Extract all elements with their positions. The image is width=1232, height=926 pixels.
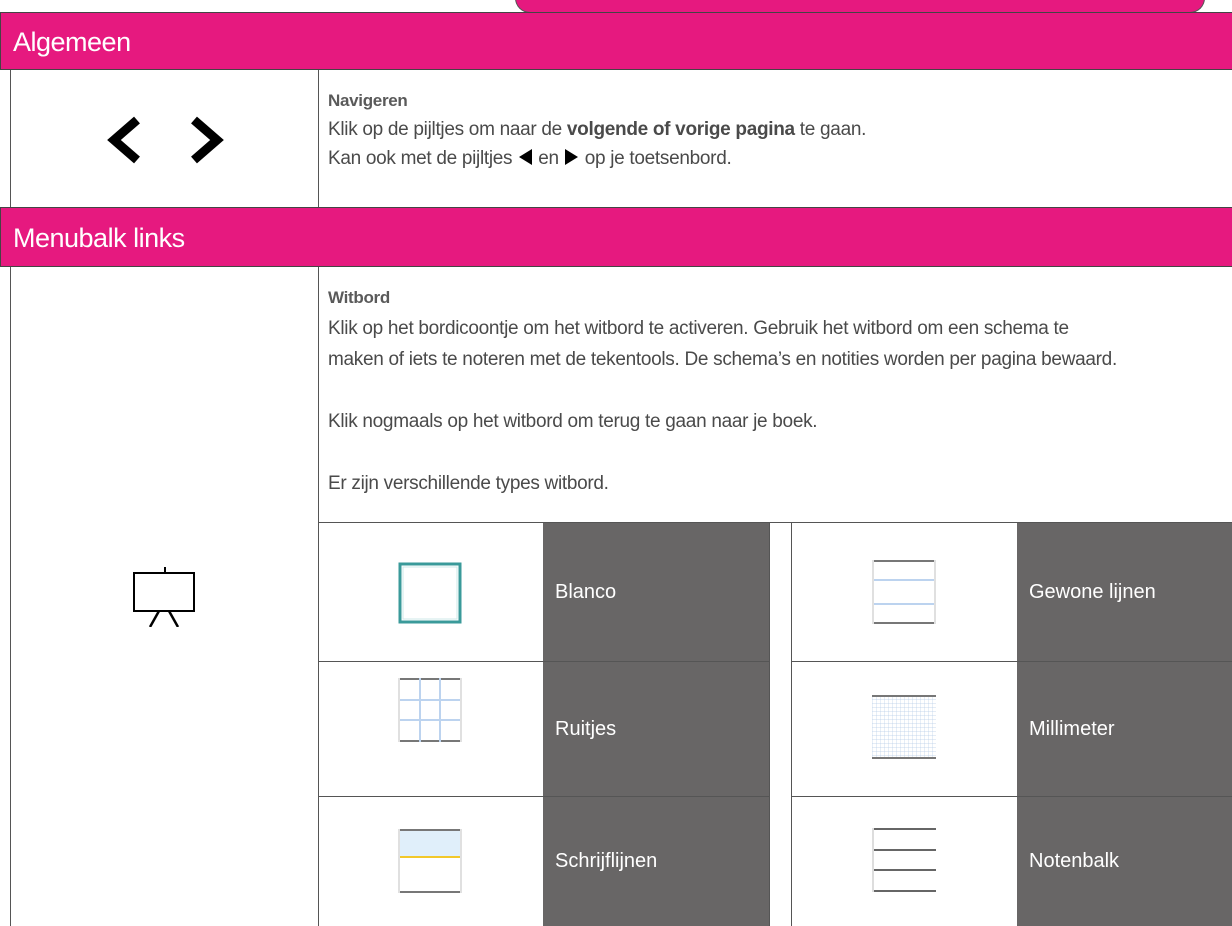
type-label-ruitjes[interactable]: Ruitjes	[543, 662, 769, 796]
nav-line-1: Klik op de pijltjes om naar de volgende …	[328, 119, 867, 140]
lined-board-icon[interactable]	[872, 560, 936, 629]
whiteboard-easel-icon	[132, 565, 198, 632]
type-label-millimeter[interactable]: Millimeter	[1017, 662, 1232, 796]
whiteboard-p1-line2: maken of iets te noteren met de tekentoo…	[328, 349, 1117, 370]
nav-row-divider	[318, 70, 319, 207]
type-label-schrijflijnen[interactable]: Schrijflijnen	[543, 797, 769, 926]
nav-description: Navigeren Klik op de pijltjes om naar de…	[328, 86, 1218, 173]
millimeter-board-icon[interactable]	[872, 695, 936, 764]
type-label-blanco[interactable]: Blanco	[543, 523, 769, 661]
right-key-icon	[564, 149, 578, 165]
whiteboard-description: Witbord Klik op het bordicoontje om het …	[328, 282, 1228, 499]
whiteboard-p2: Klik nogmaals op het witbord om terug te…	[328, 411, 818, 432]
content-left-border	[10, 70, 11, 926]
whiteboard-p1-line1: Klik op het bordicoontje om het witbord …	[328, 318, 1069, 339]
whiteboard-title: Witbord	[328, 288, 390, 307]
grid-board-icon[interactable]	[398, 678, 462, 747]
type-label-notenbalk[interactable]: Notenbalk	[1017, 797, 1232, 926]
nav-line-2: Kan ook met de pijltjes en op je toetsen…	[328, 148, 732, 169]
blank-board-icon[interactable]	[398, 562, 462, 629]
section-header-general: Algemeen	[0, 12, 1232, 70]
nav-arrows-icon	[100, 108, 230, 173]
section-header-menubar: Menubalk links	[0, 207, 1232, 267]
type-label-gewone-lijnen[interactable]: Gewone lijnen	[1017, 523, 1232, 661]
whiteboard-p3: Er zijn verschillende types witbord.	[328, 473, 609, 494]
whiteboard-row-divider	[318, 267, 319, 926]
writing-lines-board-icon[interactable]	[398, 829, 462, 898]
left-key-icon	[519, 149, 533, 165]
nav-emphasis: volgende of vorige pagina	[566, 119, 795, 140]
nav-title: Navigeren	[328, 91, 408, 110]
staff-board-icon[interactable]	[872, 828, 936, 897]
